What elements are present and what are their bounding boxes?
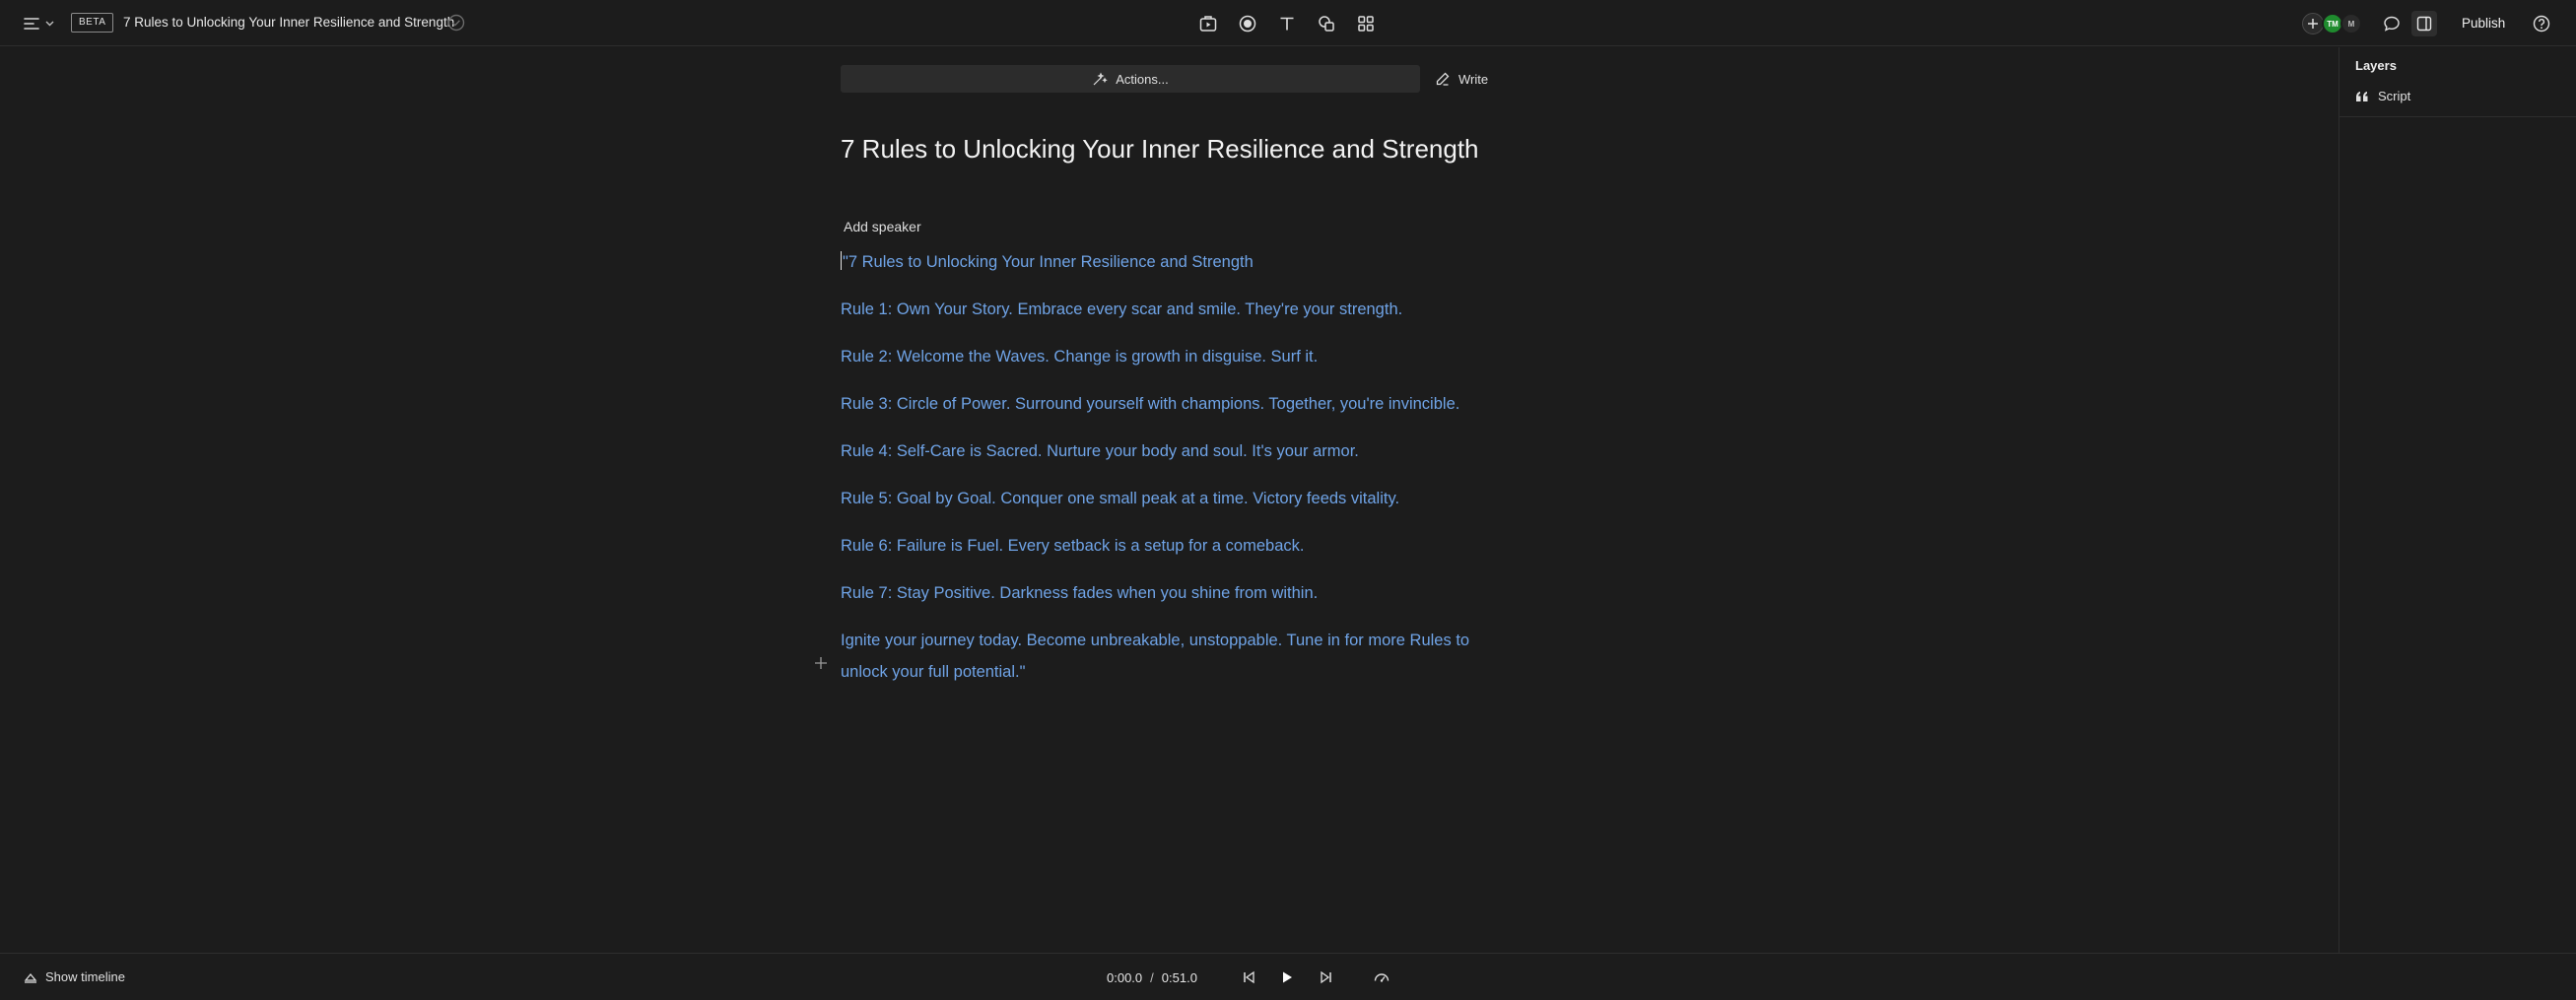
insert-toolbar — [1196, 12, 1378, 35]
bottom-bar: Show timeline 0:00.0 / 0:51.0 — [0, 953, 2576, 1000]
media-icon — [1199, 16, 1217, 32]
script-paragraph[interactable]: Rule 6: Failure is Fuel. Every setback i… — [841, 530, 1481, 562]
show-timeline-button[interactable]: Show timeline — [24, 969, 125, 984]
add-speaker-button[interactable]: Add speaker — [844, 219, 921, 234]
menu-icon — [24, 18, 39, 30]
playback-speed-button[interactable] — [1370, 966, 1393, 989]
beta-badge: BETA — [71, 13, 114, 33]
divider — [2339, 116, 2576, 117]
skip-back-icon — [1244, 970, 1254, 984]
add-block-icon[interactable] — [814, 656, 828, 670]
layer-item-script[interactable]: Script — [2355, 89, 2410, 103]
script-paragraph[interactable]: Rule 5: Goal by Goal. Conquer one small … — [841, 483, 1481, 514]
script-paragraph[interactable]: Ignite your journey today. Become unbrea… — [841, 625, 1481, 688]
time-separator: / — [1150, 970, 1154, 985]
timeline-icon — [24, 972, 37, 983]
text-icon — [1280, 17, 1294, 31]
main-menu-button[interactable] — [24, 13, 63, 34]
invite-collaborator-button[interactable] — [2302, 13, 2324, 34]
chevron-down-icon — [45, 21, 54, 27]
script-paragraph[interactable]: Rule 1: Own Your Story. Embrace every sc… — [841, 294, 1481, 325]
skip-forward-icon — [1321, 970, 1331, 984]
skip-back-button[interactable] — [1237, 966, 1260, 989]
text-cursor — [841, 251, 842, 270]
record-button[interactable] — [1236, 12, 1259, 35]
total-time: 0:51.0 — [1161, 970, 1197, 985]
layers-title: Layers — [2355, 58, 2397, 73]
quote-icon — [2356, 91, 2368, 101]
comment-icon — [2384, 16, 2400, 32]
avatar[interactable]: M — [2340, 13, 2362, 34]
top-bar: BETA 7 Rules to Unlocking Your Inner Res… — [0, 0, 2576, 46]
script-title[interactable]: 7 Rules to Unlocking Your Inner Resilien… — [841, 134, 1479, 165]
grid-icon — [1358, 16, 1374, 32]
shapes-icon — [1319, 16, 1334, 32]
show-timeline-label: Show timeline — [45, 969, 125, 984]
plus-icon — [2308, 19, 2318, 29]
speed-icon — [1374, 973, 1390, 982]
actions-button[interactable]: Actions... — [841, 65, 1420, 93]
play-button[interactable] — [1275, 966, 1299, 989]
play-icon — [1283, 971, 1292, 983]
comments-button[interactable] — [2379, 11, 2405, 36]
record-icon — [1239, 15, 1256, 33]
toggle-sidebar-button[interactable] — [2411, 11, 2437, 36]
script-paragraph[interactable]: Rule 3: Circle of Power. Surround yourse… — [841, 388, 1481, 420]
saved-check-icon — [447, 14, 465, 32]
pen-icon — [1436, 72, 1450, 86]
add-media-button[interactable] — [1196, 12, 1220, 35]
help-button[interactable] — [2529, 11, 2554, 36]
publish-button[interactable]: Publish — [2446, 11, 2521, 36]
playback-time: 0:00.0 / 0:51.0 — [1107, 970, 1197, 985]
layer-label: Script — [2378, 89, 2411, 103]
script-paragraph[interactable]: "7 Rules to Unlocking Your Inner Resilie… — [841, 246, 1481, 278]
write-label: Write — [1458, 71, 1489, 87]
current-time: 0:00.0 — [1107, 970, 1143, 985]
add-text-button[interactable] — [1275, 12, 1299, 35]
document-title[interactable]: 7 Rules to Unlocking Your Inner Resilien… — [123, 15, 454, 30]
script-paragraph[interactable]: Rule 4: Self-Care is Sacred. Nurture you… — [841, 435, 1481, 467]
layers-panel: Layers Script — [2339, 47, 2576, 953]
actions-label: Actions... — [1116, 71, 1169, 87]
skip-forward-button[interactable] — [1315, 966, 1338, 989]
templates-button[interactable] — [1354, 12, 1378, 35]
add-shapes-button[interactable] — [1315, 12, 1338, 35]
write-button[interactable]: Write — [1435, 65, 1488, 93]
magic-icon — [1093, 72, 1109, 86]
sidebar-icon — [2416, 16, 2432, 32]
script-paragraph[interactable]: Rule 2: Welcome the Waves. Change is gro… — [841, 341, 1481, 372]
script-body[interactable]: "7 Rules to Unlocking Your Inner Resilie… — [841, 246, 1481, 703]
script-paragraph[interactable]: Rule 7: Stay Positive. Darkness fades wh… — [841, 577, 1481, 609]
help-icon — [2533, 15, 2550, 33]
